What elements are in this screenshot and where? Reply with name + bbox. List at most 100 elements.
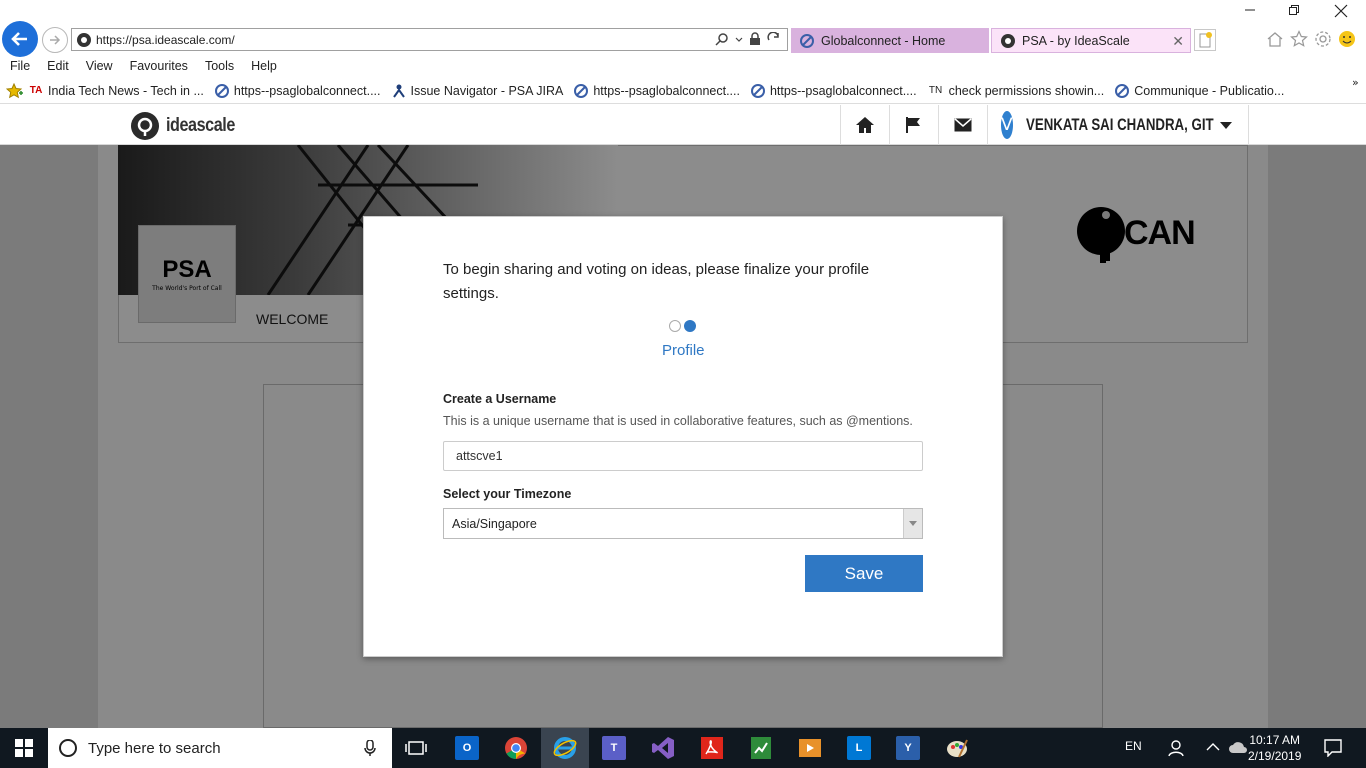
home-icon[interactable] (1266, 30, 1284, 48)
excel-tool-app[interactable] (737, 728, 785, 768)
media-player-icon (799, 739, 821, 757)
favourite-item[interactable]: TA India Tech News - Tech in ... (28, 83, 204, 99)
microphone-icon[interactable] (364, 740, 376, 756)
system-clock[interactable]: 10:17 AM 2/19/2019 (1248, 732, 1301, 764)
home-button[interactable] (840, 105, 889, 145)
windows-taskbar: Type here to search O T L Y EN 10:17 AM … (0, 728, 1366, 768)
favourite-item[interactable]: Communique - Publicatio... (1114, 83, 1284, 99)
favourite-item[interactable]: https--psaglobalconnect.... (573, 83, 740, 99)
browser-chrome: https://psa.ideascale.com/ Globalconnect… (0, 0, 1366, 57)
favourites-overflow-icon[interactable]: » (1352, 76, 1359, 89)
minimize-icon (1245, 9, 1255, 11)
taskbar-search[interactable]: Type here to search (48, 728, 392, 768)
search-icon[interactable] (715, 32, 729, 46)
menu-edit[interactable]: Edit (47, 59, 69, 73)
tab-globalconnect[interactable]: Globalconnect - Home (791, 28, 989, 53)
teams-app[interactable]: T (590, 728, 638, 768)
modal-intro: To begin sharing and voting on ideas, pl… (443, 261, 870, 302)
visual-studio-app[interactable] (639, 728, 687, 768)
notification-icon[interactable] (1324, 739, 1342, 757)
step-dot (669, 320, 681, 332)
lock-icon[interactable] (749, 32, 761, 46)
favourite-item[interactable]: TN check permissions showin... (927, 83, 1105, 99)
visual-studio-icon (652, 737, 674, 759)
favourites-star[interactable] (6, 82, 24, 99)
acrobat-icon (701, 737, 723, 759)
menu-help[interactable]: Help (251, 59, 277, 73)
step-indicator (669, 320, 696, 332)
task-view-icon (405, 741, 427, 755)
paint-app[interactable] (933, 728, 981, 768)
menu-file[interactable]: File (10, 59, 30, 73)
timezone-select[interactable]: Asia/Singapore (443, 508, 923, 539)
restore-button[interactable] (1288, 4, 1300, 16)
timezone-label: Select your Timezone (443, 487, 572, 501)
favourites-bar: TA India Tech News - Tech in ... https--… (0, 78, 1366, 104)
tab-title: Globalconnect - Home (821, 33, 946, 48)
globe-icon (573, 83, 589, 99)
tn-icon: TN (928, 85, 943, 96)
search-placeholder: Type here to search (88, 739, 221, 757)
chevron-down-icon[interactable] (735, 32, 743, 46)
back-button[interactable] (2, 21, 38, 57)
menu-view[interactable]: View (86, 59, 113, 73)
star-icon[interactable] (1290, 30, 1308, 48)
search-circle-icon (59, 739, 77, 757)
menu-favourites[interactable]: Favourites (130, 59, 188, 73)
cloud-icon[interactable] (1228, 740, 1248, 754)
favourite-item[interactable]: https--psaglobalconnect.... (214, 83, 381, 99)
tab-psa-ideascale[interactable]: PSA - by IdeaScale ✕ (991, 28, 1191, 53)
media-player-app[interactable] (786, 728, 834, 768)
smiley-icon[interactable] (1338, 30, 1356, 48)
username-input[interactable] (443, 441, 923, 471)
close-window-button[interactable] (1334, 4, 1348, 18)
chrome-app[interactable] (492, 728, 540, 768)
dropdown-arrow-icon[interactable] (903, 509, 922, 538)
add-favourite-icon (6, 82, 23, 98)
lync-app[interactable]: L (835, 728, 883, 768)
internet-explorer-app[interactable] (541, 728, 589, 768)
ideascale-tab-icon (1001, 33, 1015, 48)
gear-icon[interactable] (1314, 30, 1332, 48)
people-icon[interactable] (1168, 739, 1186, 757)
browser-toolbar-icons (1266, 30, 1356, 48)
ideascale-logo-icon (131, 112, 159, 140)
favourite-item[interactable]: Issue Navigator - PSA JIRA (391, 83, 563, 99)
clock-time: 10:17 AM (1249, 733, 1301, 747)
menu-bar: File Edit View Favourites Tools Help (0, 56, 1366, 76)
outlook-app[interactable]: O (443, 728, 491, 768)
yammer-app[interactable]: Y (884, 728, 932, 768)
new-tab-button[interactable] (1194, 29, 1216, 51)
username-label: Create a Username (443, 392, 557, 406)
start-button[interactable] (0, 728, 48, 768)
flag-button[interactable] (889, 105, 938, 145)
excel-tool-icon (751, 737, 771, 759)
ican-logo-text: CAN (1124, 213, 1196, 252)
task-view-button[interactable] (392, 728, 440, 768)
acrobat-app[interactable] (688, 728, 736, 768)
welcome-tab[interactable]: WELCOME (256, 311, 328, 327)
address-bar[interactable]: https://psa.ideascale.com/ (71, 28, 788, 51)
favourite-label: check permissions showin... (948, 83, 1105, 98)
step-dot-active (684, 320, 696, 332)
language-indicator[interactable]: EN (1125, 739, 1142, 753)
favourite-item[interactable]: https--psaglobalconnect.... (750, 83, 917, 99)
ideascale-logo[interactable]: ideascale (130, 111, 247, 141)
caret-down-icon (1220, 122, 1232, 129)
messages-button[interactable] (938, 105, 987, 145)
minimize-button[interactable] (1244, 4, 1256, 16)
globe-icon (214, 83, 230, 99)
user-menu[interactable]: V VENKATA SAI CHANDRA, GIT (987, 105, 1249, 145)
site-favicon-icon (77, 33, 91, 47)
refresh-icon[interactable] (767, 32, 781, 46)
chevron-up-icon[interactable] (1206, 742, 1220, 752)
save-button[interactable]: Save (805, 555, 923, 592)
favourite-label: https--psaglobalconnect.... (593, 83, 740, 98)
menu-tools[interactable]: Tools (205, 59, 234, 73)
favourite-label: https--psaglobalconnect.... (769, 83, 917, 98)
psa-logo-text: PSA (162, 256, 212, 283)
paint-palette-icon (947, 739, 968, 758)
forward-button[interactable] (42, 27, 68, 53)
close-tab-icon[interactable]: ✕ (1172, 33, 1184, 50)
yammer-icon: Y (896, 736, 920, 760)
